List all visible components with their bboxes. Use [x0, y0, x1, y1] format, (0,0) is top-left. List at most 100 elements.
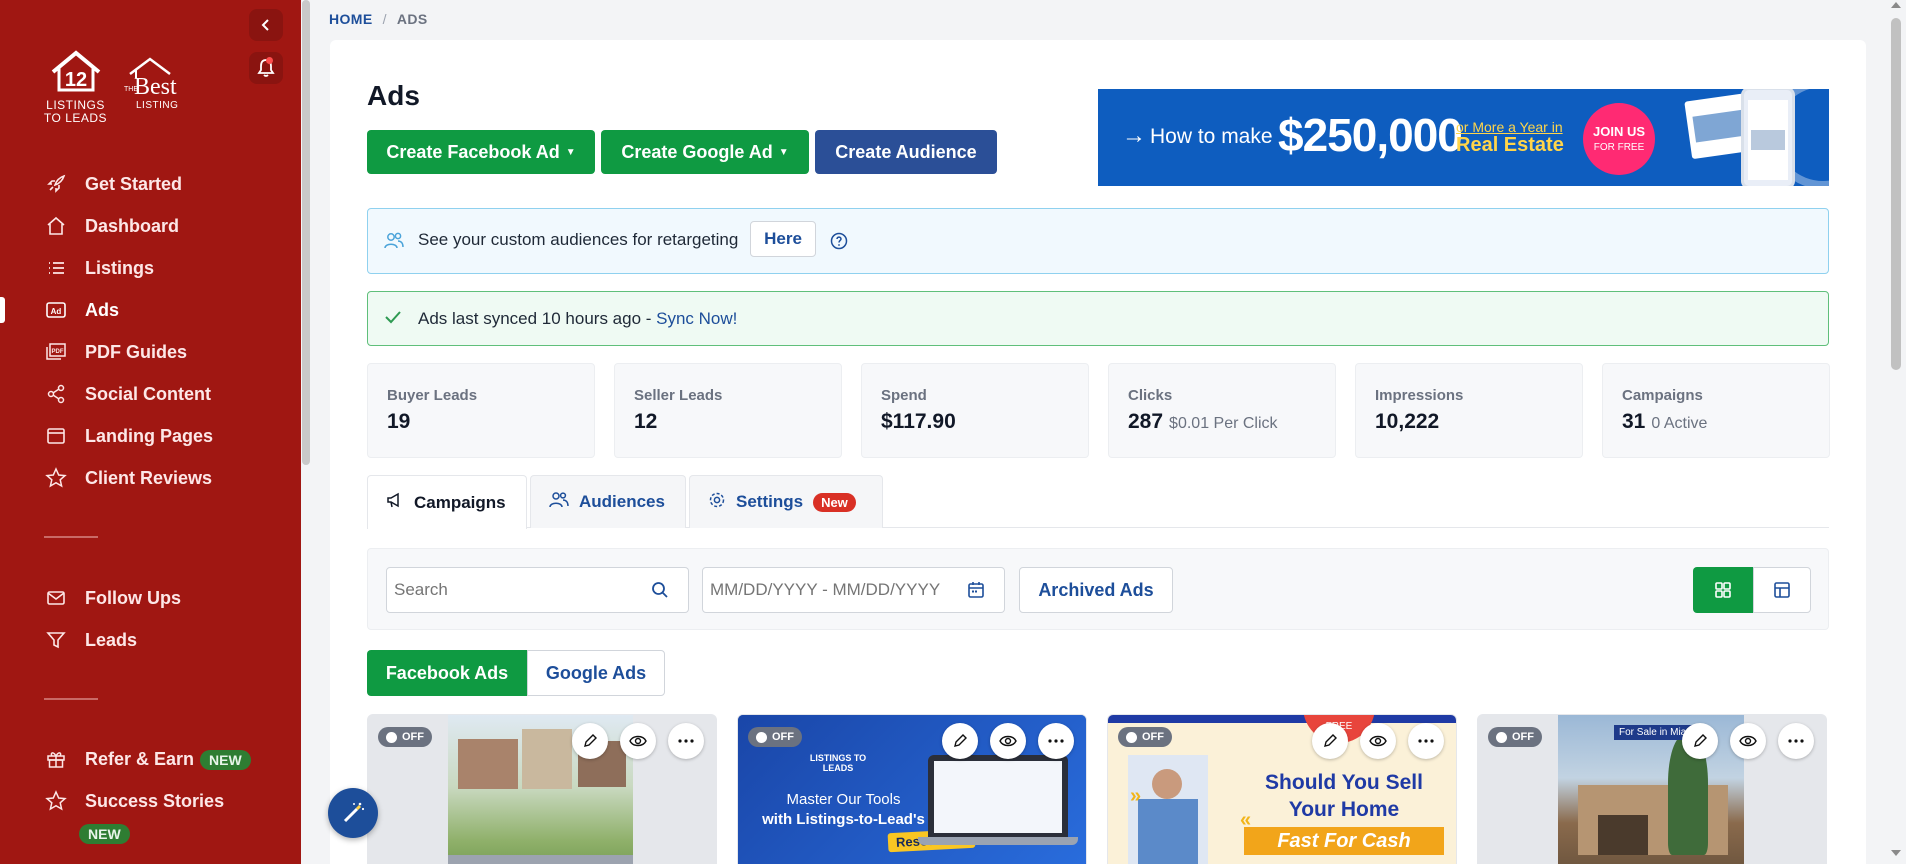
- ad-card[interactable]: For Sale in Miami! OFF: [1477, 714, 1827, 864]
- pencil-icon: [584, 734, 597, 747]
- ad-card[interactable]: OFF: [367, 714, 717, 864]
- new-badge: NEW: [200, 749, 251, 770]
- more-options-button[interactable]: [1408, 723, 1444, 759]
- ad-status-toggle[interactable]: OFF: [1488, 727, 1542, 747]
- search-input[interactable]: [386, 567, 632, 613]
- logo-listing: LISTING: [136, 100, 179, 111]
- toggle-label: OFF: [772, 731, 794, 743]
- ad-headline: Master Our Tools: [786, 791, 901, 808]
- edit-button[interactable]: [942, 723, 978, 759]
- tab-label: Campaigns: [414, 492, 506, 512]
- preview-button[interactable]: [620, 723, 656, 759]
- stat-buyer-leads: Buyer Leads 19: [367, 363, 595, 458]
- ad-subheadline: with Listings-to-Lead's: [762, 811, 925, 828]
- page-scrollbar[interactable]: [1886, 0, 1906, 864]
- tab-settings[interactable]: Settings New: [689, 475, 883, 528]
- create-google-ad-button[interactable]: Create Google Ad ▼: [601, 130, 809, 174]
- sidebar-item-success-stories[interactable]: Success Stories NEW: [0, 780, 300, 856]
- date-picker-button[interactable]: [947, 567, 1005, 613]
- ad-status-toggle[interactable]: OFF: [378, 727, 432, 747]
- join-us-badge[interactable]: JOIN US FOR FREE: [1583, 103, 1655, 175]
- scroll-down-arrow-icon[interactable]: [1891, 850, 1901, 856]
- more-options-button[interactable]: [1038, 723, 1074, 759]
- listings-to-leads-logo[interactable]: 12 LISTINGS TO LEADS: [38, 50, 113, 125]
- search-button[interactable]: [631, 567, 689, 613]
- stat-label: Spend: [881, 387, 927, 404]
- sidebar-item-leads[interactable]: Leads: [0, 619, 300, 661]
- search-icon: [651, 582, 668, 598]
- eye-icon: [629, 735, 647, 747]
- create-facebook-ad-button[interactable]: Create Facebook Ad ▼: [367, 130, 595, 174]
- sidebar-item-label: Get Started: [85, 173, 183, 194]
- here-button[interactable]: Here: [750, 221, 816, 257]
- laptop-screen: [934, 761, 1062, 833]
- stat-label: Campaigns: [1622, 387, 1703, 404]
- stat-value: 10,222: [1375, 410, 1440, 433]
- promo-banner[interactable]: → How to make $250,000 or More a Year in…: [1098, 89, 1829, 186]
- archived-ads-button[interactable]: Archived Ads: [1019, 567, 1173, 613]
- banner-amount: $250,000: [1278, 109, 1463, 161]
- google-ads-tab[interactable]: Google Ads: [527, 650, 665, 696]
- laptop-image: [928, 755, 1068, 837]
- sync-status-text: Ads last synced 10 hours ago -: [418, 309, 657, 328]
- sidebar-item-client-reviews[interactable]: Client Reviews: [0, 457, 300, 499]
- svg-text:12: 12: [64, 69, 86, 91]
- preview-button[interactable]: [1360, 723, 1396, 759]
- ad-status-toggle[interactable]: OFF: [1118, 727, 1172, 747]
- sidebar-item-follow-ups[interactable]: Follow Ups: [0, 577, 300, 619]
- toggle-label: OFF: [1512, 731, 1534, 743]
- more-options-button[interactable]: [1778, 723, 1814, 759]
- person-photo-image: [1128, 755, 1208, 864]
- ad-status-toggle[interactable]: OFF: [748, 727, 802, 747]
- help-icon[interactable]: [830, 232, 848, 255]
- sidebar-item-social-content[interactable]: Social Content: [0, 373, 300, 415]
- preview-button[interactable]: [1730, 723, 1766, 759]
- ad-card[interactable]: LISTINGS TO LEADS Master Our Tools with …: [737, 714, 1087, 864]
- users-icon: [549, 491, 569, 514]
- sidebar-scroll-thumb[interactable]: [302, 0, 310, 465]
- scroll-up-arrow-icon[interactable]: [1891, 2, 1901, 8]
- ad-card[interactable]: FREE » « Should You Sell Your Home Fast …: [1107, 714, 1457, 864]
- list-icon: [45, 258, 67, 278]
- sidebar-item-landing-pages[interactable]: Landing Pages: [0, 415, 300, 457]
- date-range-input[interactable]: [702, 567, 948, 613]
- create-audience-button[interactable]: Create Audience: [815, 130, 997, 174]
- sidebar-item-refer-earn[interactable]: Refer & Earn NEW: [0, 738, 300, 780]
- caret-down-icon: ▼: [565, 146, 576, 158]
- person-head: [1152, 769, 1182, 799]
- sidebar-item-get-started[interactable]: Get Started: [0, 163, 300, 205]
- collapse-sidebar-button[interactable]: [249, 9, 283, 41]
- edit-button[interactable]: [572, 723, 608, 759]
- notifications-button[interactable]: [249, 52, 283, 84]
- join-sub-text: FOR FREE: [1593, 142, 1645, 153]
- sidebar-item-listings[interactable]: Listings: [0, 247, 300, 289]
- edit-button[interactable]: [1682, 723, 1718, 759]
- more-horizontal-icon: [1788, 739, 1804, 743]
- breadcrumb-home[interactable]: HOME: [329, 11, 373, 27]
- sync-now-link[interactable]: Sync Now!: [656, 309, 737, 328]
- magic-wand-button[interactable]: [328, 788, 378, 838]
- sidebar-item-pdf-guides[interactable]: PDF PDF Guides: [0, 331, 300, 373]
- secondary-nav: Follow Ups Leads: [0, 577, 300, 661]
- table-view-button[interactable]: [1753, 567, 1811, 613]
- edit-button[interactable]: [1312, 723, 1348, 759]
- toggle-knob: [1126, 731, 1137, 743]
- banner-how-text: How to make: [1150, 125, 1273, 148]
- tab-label: Settings: [736, 492, 804, 511]
- tab-audiences[interactable]: Audiences: [530, 475, 686, 528]
- sidebar-item-ads[interactable]: Ad Ads: [0, 289, 300, 331]
- tab-campaigns[interactable]: Campaigns: [367, 475, 527, 529]
- ad-actions: [1312, 723, 1444, 759]
- home-icon: [45, 216, 67, 236]
- sidebar-item-dashboard[interactable]: Dashboard: [0, 205, 300, 247]
- sidebar-scrollbar[interactable]: [301, 0, 311, 864]
- more-options-button[interactable]: [668, 723, 704, 759]
- page-scroll-thumb[interactable]: [1891, 18, 1901, 370]
- ad-cta-banner: Fast For Cash: [1244, 827, 1444, 855]
- preview-button[interactable]: [990, 723, 1026, 759]
- preview-image: [1692, 109, 1748, 143]
- grid-view-button[interactable]: [1693, 567, 1753, 613]
- facebook-ads-tab[interactable]: Facebook Ads: [367, 650, 527, 696]
- more-horizontal-icon: [1418, 739, 1434, 743]
- house-shape: [522, 729, 572, 789]
